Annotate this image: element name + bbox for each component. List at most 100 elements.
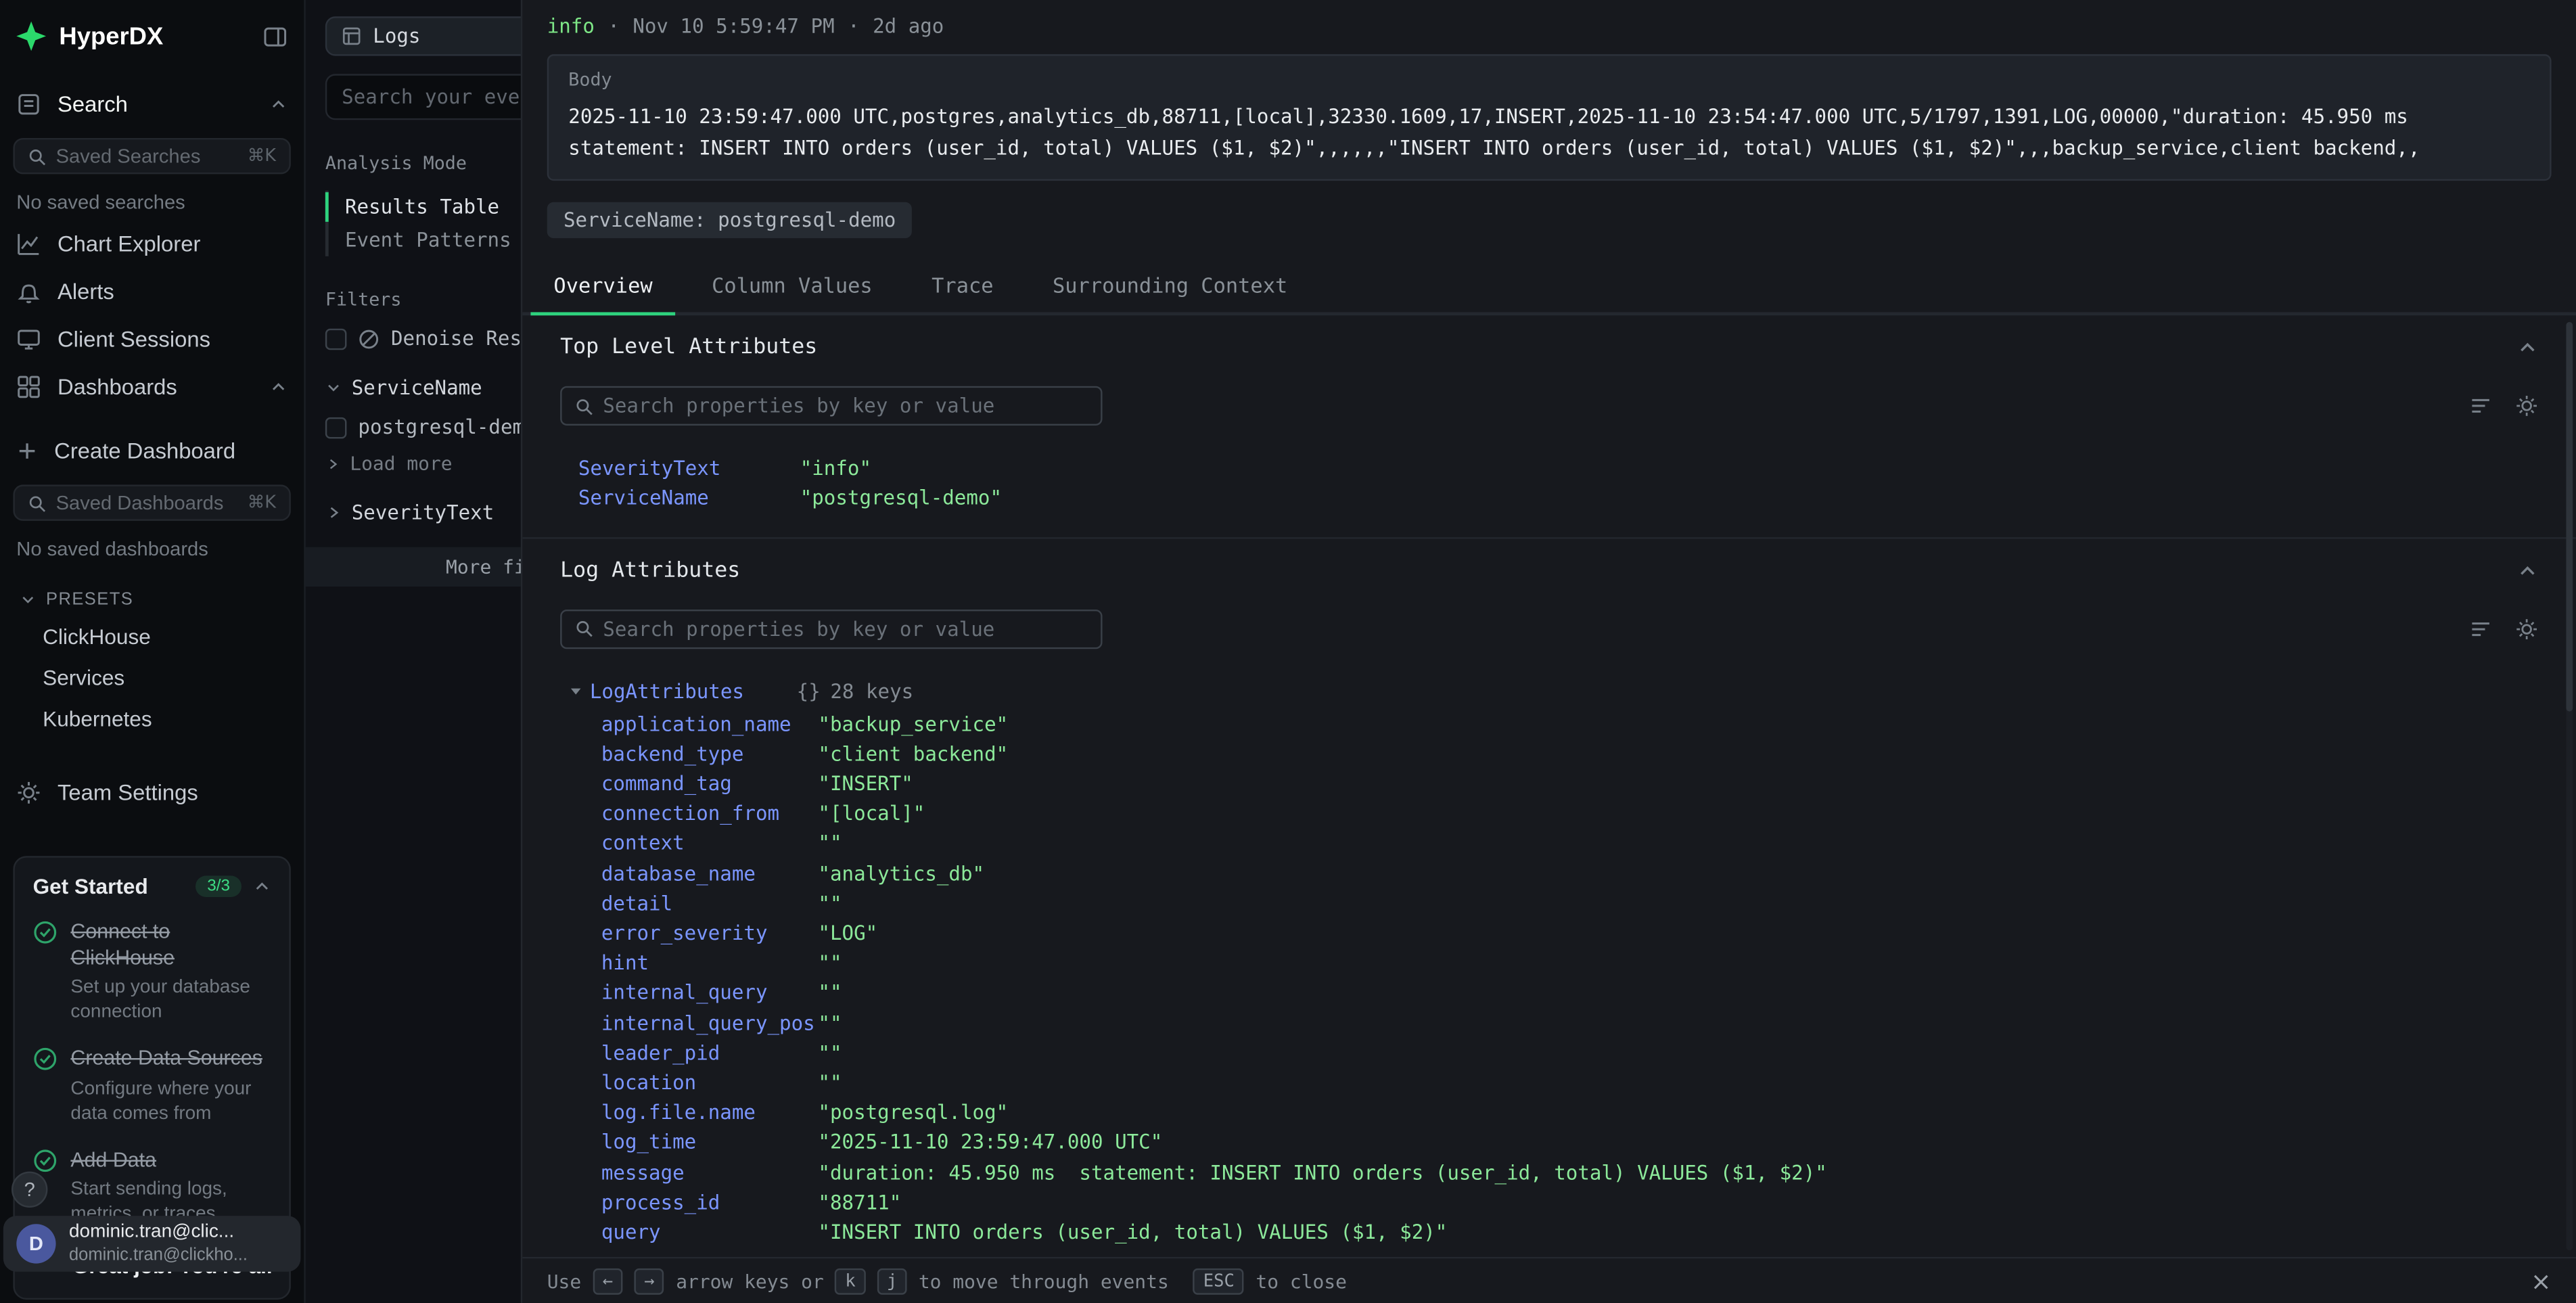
braces-icon: {} (797, 679, 821, 702)
attribute-value[interactable]: "INSERT" (818, 769, 913, 799)
help-button[interactable]: ? (12, 1172, 47, 1208)
attribute-row: process_id"88711" (601, 1187, 2538, 1217)
step-desc: Configure where your data comes from (70, 1078, 271, 1127)
tab-overview[interactable]: Overview (530, 260, 675, 313)
tab-column-values[interactable]: Column Values (689, 260, 896, 313)
scrollbar-thumb[interactable] (2566, 322, 2573, 712)
attribute-key[interactable]: log_time (601, 1128, 819, 1158)
service-checkbox[interactable] (325, 417, 347, 438)
attribute-value[interactable]: "duration: 45.950 ms statement: INSERT I… (818, 1158, 1826, 1187)
caret-down-icon (568, 684, 583, 699)
scrollbar[interactable] (2566, 322, 2573, 1250)
tab-trace[interactable]: Trace (908, 260, 1016, 313)
sidebar-item-chart-explorer[interactable]: Chart Explorer (0, 220, 304, 267)
key-k: k (835, 1268, 866, 1294)
attribute-value[interactable]: "backup_service" (818, 709, 1008, 739)
sidebar-item-dashboards[interactable]: Dashboards (0, 363, 304, 411)
attribute-key[interactable]: SeverityText (578, 454, 800, 484)
attribute-key[interactable]: backend_type (601, 739, 819, 769)
denoise-checkbox[interactable] (325, 327, 347, 349)
close-icon[interactable]: × (2531, 1266, 2552, 1296)
gear-icon[interactable] (2515, 394, 2538, 417)
collapse-section-icon[interactable] (2517, 337, 2539, 359)
step-title: Create Data Sources (70, 1047, 262, 1070)
attribute-key[interactable]: query (601, 1218, 819, 1248)
tab-surrounding-context[interactable]: Surrounding Context (1030, 260, 1310, 313)
attribute-value[interactable]: "88711" (818, 1187, 901, 1217)
get-started-step[interactable]: Connect to ClickHouse Set up your databa… (33, 920, 271, 1026)
collapse-sidebar-icon[interactable] (263, 24, 288, 48)
create-dashboard-button[interactable]: Create Dashboard (0, 427, 304, 474)
attribute-value[interactable]: "info" (800, 454, 871, 484)
lines-view-icon[interactable] (2469, 394, 2492, 417)
attribute-key[interactable]: command_tag (601, 769, 819, 799)
property-search-input[interactable] (603, 394, 1087, 417)
attribute-key[interactable]: message (601, 1158, 819, 1187)
attribute-key[interactable]: internal_query_pos (601, 1008, 819, 1038)
tree-root-key[interactable]: LogAttributes (590, 679, 744, 702)
property-search-wrap (560, 386, 1102, 426)
attribute-value[interactable]: "2025-11-10 23:59:47.000 UTC" (818, 1128, 1162, 1158)
gear-icon[interactable] (2515, 617, 2538, 640)
saved-dashboards-input[interactable] (56, 491, 238, 514)
footer-text: Use (547, 1269, 581, 1292)
event-search-input[interactable] (342, 85, 542, 108)
attribute-value[interactable]: "" (818, 1038, 842, 1068)
collapse-section-icon[interactable] (2517, 559, 2539, 581)
attribute-value[interactable]: "" (818, 829, 842, 859)
attribute-key[interactable]: log.file.name (601, 1098, 819, 1128)
preset-item-clickhouse[interactable]: ClickHouse (0, 616, 304, 658)
attribute-value[interactable]: "" (818, 948, 842, 978)
attribute-key[interactable]: database_name (601, 859, 819, 888)
preset-item-kubernetes[interactable]: Kubernetes (0, 698, 304, 739)
attribute-key[interactable]: location (601, 1068, 819, 1098)
user-menu[interactable]: D dominic.tran@clic... dominic.tran@clic… (3, 1216, 301, 1272)
saved-searches-input[interactable] (56, 145, 238, 168)
lines-view-icon[interactable] (2469, 617, 2492, 640)
attribute-key[interactable]: error_severity (601, 919, 819, 948)
footer-text: to close (1256, 1269, 1347, 1292)
attribute-value[interactable]: "postgresql-demo" (800, 484, 1002, 513)
sidebar-item-search[interactable]: Search (0, 81, 304, 128)
log-attributes-tree-toggle[interactable]: LogAttributes {} 28 keys (560, 679, 2538, 702)
get-started-step[interactable]: Create Data Sources Configure where your… (33, 1047, 271, 1126)
get-started-progress-badge: 3/3 (196, 875, 242, 897)
attribute-value[interactable]: "" (818, 978, 842, 1008)
attribute-value[interactable]: "[local]" (818, 799, 925, 829)
attribute-value[interactable]: "postgresql.log" (818, 1098, 1008, 1128)
attribute-key[interactable]: connection_from (601, 799, 819, 829)
attribute-key[interactable]: context (601, 829, 819, 859)
attribute-value[interactable]: "INSERT INTO orders (user_id, total) VAL… (818, 1218, 1447, 1248)
source-selector-button[interactable]: Logs (325, 16, 539, 55)
load-more-label: Load more (350, 452, 452, 475)
attribute-key[interactable]: process_id (601, 1187, 819, 1217)
sidebar-item-alerts[interactable]: Alerts (0, 268, 304, 315)
attribute-value[interactable]: "" (818, 1068, 842, 1098)
attribute-key[interactable]: internal_query (601, 978, 819, 1008)
preset-item-services[interactable]: Services (0, 657, 304, 698)
property-search-input[interactable] (603, 617, 1087, 640)
attribute-key[interactable]: hint (601, 948, 819, 978)
chevron-down-icon (325, 380, 342, 396)
attribute-value[interactable]: "LOG" (818, 919, 877, 948)
attribute-key[interactable]: leader_pid (601, 1038, 819, 1068)
attribute-value[interactable]: "" (818, 888, 842, 918)
presets-label: PRESETS (46, 590, 133, 610)
sidebar-item-team-settings[interactable]: Team Settings (0, 769, 304, 817)
service-name-chip[interactable]: ServiceName: postgresql-demo (547, 202, 913, 238)
get-started-header[interactable]: Get Started 3/3 (33, 874, 271, 898)
presets-toggle[interactable]: PRESETS (0, 580, 304, 616)
filter-group-label: SeverityText (352, 501, 495, 524)
severity-level: info (547, 15, 595, 38)
attribute-key[interactable]: detail (601, 888, 819, 918)
attribute-value[interactable]: "client backend" (818, 739, 1008, 769)
attribute-key[interactable]: application_name (601, 709, 819, 739)
attribute-row: location"" (601, 1068, 2538, 1098)
chart-icon (16, 231, 41, 256)
body-text[interactable]: 2025-11-10 23:59:47.000 UTC,postgres,ana… (568, 102, 2530, 163)
sidebar-item-client-sessions[interactable]: Client Sessions (0, 315, 304, 363)
attribute-value[interactable]: "" (818, 1008, 842, 1038)
attribute-value[interactable]: "analytics_db" (818, 859, 984, 888)
denoise-icon (358, 327, 380, 349)
attribute-key[interactable]: ServiceName (578, 484, 800, 513)
